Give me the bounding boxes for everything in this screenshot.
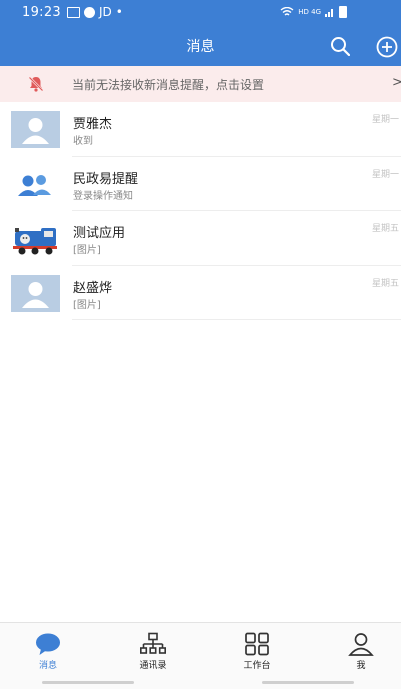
battery-icon [339,6,347,18]
message-preview: [图片] [73,299,101,311]
nav-label: 工作台 [243,661,271,671]
nav-label: 消息 [38,661,57,671]
search-icon[interactable] [330,36,350,56]
nav-label: 通讯录 [139,661,167,671]
avatar [11,166,60,203]
carrier-label: JD [99,5,112,19]
top-bar: 19:23 JD • HD 4G 消息 [0,0,401,66]
default-person-icon [22,281,49,308]
message-name: 赵盛烨 [73,280,113,296]
status-left-icons: JD • [67,5,123,19]
status-right-icons: HD 4G [280,6,347,18]
message-preview: [图片] [73,245,101,256]
message-time: 星期一 [371,169,399,180]
nav-item-workbench[interactable]: 工作台 [217,623,297,683]
message-list: 贾雅杰 收到 星期一 民政易提醒 登录操作通知 星期一 测试应用 [图片] 星期… [0,102,401,320]
message-time: 星期五 [371,278,399,289]
grid-icon [245,632,269,656]
notice-text: 当前无法接收新消息提醒，点击设置 [72,78,265,92]
group-icon [18,174,51,196]
notification-warning-banner[interactable]: 当前无法接收新消息提醒，点击设置 > [0,66,401,102]
nav-item-messages[interactable]: 消息 [8,623,88,683]
avatar [11,274,60,312]
avatar [11,220,60,257]
nav-item-contacts[interactable]: 通讯录 [113,623,193,683]
avatar [11,111,60,148]
message-name: 贾雅杰 [73,117,113,132]
message-preview: 收到 [73,136,93,147]
status-time: 19:23 [22,5,61,20]
message-name: 测试应用 [73,226,126,241]
bottom-nav: 消息 通讯录 工作台 我 [0,622,401,689]
gesture-bar-left [42,681,134,684]
chevron-right-icon: > [392,75,401,90]
message-item[interactable]: 测试应用 [图片] 星期五 [0,211,401,266]
message-item[interactable]: 贾雅杰 收到 星期一 [0,102,401,157]
nav-label: 我 [356,661,366,671]
chat-bubble-icon [36,633,60,655]
app-icon [84,6,95,18]
signal-icon [325,9,333,17]
train-icon [13,228,57,255]
org-chart-icon [140,632,166,654]
gesture-bar-right [262,681,354,684]
status-dot: • [115,5,123,19]
message-item[interactable]: 赵盛烨 [图片] 星期五 [0,266,401,320]
image-icon [67,6,80,18]
wifi-icon [280,7,294,16]
muted-bell-icon [28,76,44,92]
message-item[interactable]: 民政易提醒 登录操作通知 星期一 [0,157,401,211]
message-name: 民政易提醒 [73,171,139,187]
network-label: HD 4G [298,8,321,16]
message-preview: 登录操作通知 [73,190,133,202]
divider [72,319,401,320]
add-circle-icon[interactable] [376,36,398,58]
message-time: 星期五 [371,224,399,234]
nav-item-me[interactable]: 我 [321,623,401,683]
message-time: 星期一 [371,115,399,125]
person-icon [348,633,374,656]
default-person-icon [22,118,49,144]
